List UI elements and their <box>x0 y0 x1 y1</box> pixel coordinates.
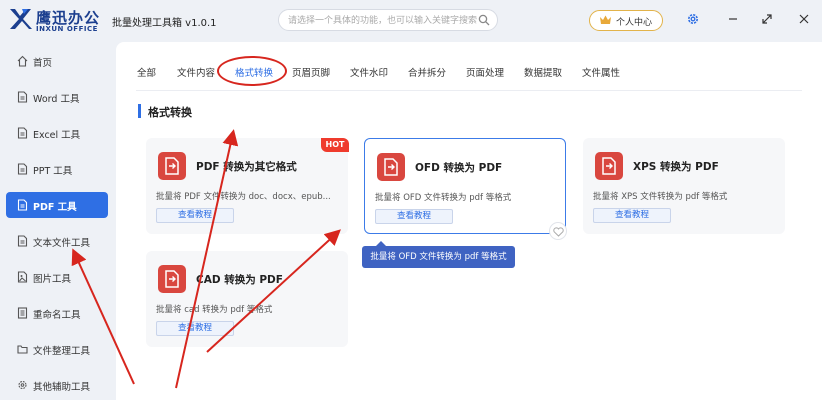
tab-watermark[interactable]: 文件水印 <box>350 65 388 79</box>
card-title: PDF 转换为其它格式 <box>196 161 297 173</box>
card-xps-to-pdf[interactable]: XPS 转换为 PDF 批量将 XPS 文件转换为 pdf 等格式 查看教程 <box>583 138 785 234</box>
card-description: 批量将 cad 转换为 pdf 等格式 <box>156 305 273 315</box>
sidebar-item-image[interactable]: 图片工具 <box>6 264 108 290</box>
card-description: 批量将 XPS 文件转换为 pdf 等格式 <box>593 192 728 202</box>
folder-icon <box>17 345 28 354</box>
sidebar-item-text[interactable]: 文本文件工具 <box>6 228 108 254</box>
annotation-circle <box>217 56 287 86</box>
hot-badge: HOT <box>321 138 349 152</box>
sidebar-item-label: 文本文件工具 <box>33 238 91 249</box>
tab-file-properties[interactable]: 文件属性 <box>582 65 620 79</box>
close-icon[interactable] <box>797 12 811 26</box>
document-icon <box>17 199 28 211</box>
card-title: XPS 转换为 PDF <box>633 161 719 173</box>
sidebar-item-label: 文件整理工具 <box>33 346 91 357</box>
search-box[interactable] <box>278 9 498 31</box>
app-logo: 鹰迅办公 INXUN OFFICE <box>8 6 104 34</box>
sidebar-item-label: PDF 工具 <box>33 202 77 213</box>
sidebar-item-excel[interactable]: Excel 工具 <box>6 120 108 146</box>
tab-header-footer[interactable]: 页眉页脚 <box>292 65 330 79</box>
sidebar-item-organize[interactable]: 文件整理工具 <box>6 336 108 362</box>
card-title: CAD 转换为 PDF <box>196 274 283 286</box>
home-icon <box>17 55 28 67</box>
sidebar-item-label: Word 工具 <box>33 94 80 105</box>
card-ofd-to-pdf[interactable]: OFD 转换为 PDF 批量将 OFD 文件转换为 pdf 等格式 查看教程 <box>364 138 566 234</box>
crown-icon <box>600 15 611 24</box>
gear-icon <box>18 380 27 390</box>
document-icon <box>17 235 28 247</box>
sidebar-item-label: 首页 <box>33 58 53 69</box>
card-cad-to-pdf[interactable]: CAD 转换为 PDF 批量将 cad 转换为 pdf 等格式 查看教程 <box>146 251 348 347</box>
card-title: OFD 转换为 PDF <box>415 162 503 174</box>
tab-divider <box>136 90 802 91</box>
document-icon <box>17 91 28 103</box>
sidebar-item-label: Excel 工具 <box>33 130 81 141</box>
tab-all[interactable]: 全部 <box>137 65 156 79</box>
search-icon[interactable] <box>478 14 490 26</box>
sidebar-item-rename[interactable]: 重命名工具 <box>6 300 108 326</box>
section-accent-bar <box>138 104 141 118</box>
document-icon <box>17 163 28 175</box>
tab-file-content[interactable]: 文件内容 <box>177 65 215 79</box>
list-icon <box>17 307 28 319</box>
tooltip: 批量将 OFD 文件转换为 pdf 等格式 <box>362 241 515 268</box>
sidebar-item-label: PPT 工具 <box>33 166 73 177</box>
heart-icon <box>553 227 564 237</box>
tab-page-process[interactable]: 页面处理 <box>466 65 504 79</box>
maximize-icon[interactable] <box>760 12 774 26</box>
title-bar: 鹰迅办公 INXUN OFFICE 批量处理工具箱 v1.0.1 个人中心 <box>0 0 822 38</box>
sidebar-item-label: 其他辅助工具 <box>33 382 91 393</box>
tab-data-extract[interactable]: 数据提取 <box>524 65 562 79</box>
pdf-convert-icon <box>595 152 623 180</box>
favorite-button[interactable] <box>549 222 567 240</box>
section-title: 格式转换 <box>148 106 192 119</box>
card-pdf-to-other[interactable]: PDF 转换为其它格式 批量将 PDF 文件转换为 doc、docx、epub.… <box>146 138 349 234</box>
app-title: 批量处理工具箱 v1.0.1 <box>112 18 217 29</box>
tab-merge-split[interactable]: 合并拆分 <box>408 65 446 79</box>
image-icon <box>17 271 28 283</box>
sidebar-item-home[interactable]: 首页 <box>6 48 108 74</box>
logo-mark-icon <box>10 9 32 29</box>
sidebar-item-pdf[interactable]: PDF 工具 <box>6 192 108 218</box>
pdf-convert-icon <box>158 265 186 293</box>
pdf-convert-icon <box>377 153 405 181</box>
view-tutorial-button[interactable]: 查看教程 <box>156 208 234 223</box>
document-icon <box>17 127 28 139</box>
sidebar-item-label: 图片工具 <box>33 274 72 285</box>
pdf-convert-icon <box>158 152 186 180</box>
sidebar-item-ppt[interactable]: PPT 工具 <box>6 156 108 182</box>
sidebar-item-word[interactable]: Word 工具 <box>6 84 108 110</box>
minimize-icon[interactable] <box>726 12 740 26</box>
search-input[interactable] <box>288 13 478 28</box>
card-description: 批量将 PDF 文件转换为 doc、docx、epub... <box>156 192 331 202</box>
view-tutorial-button[interactable]: 查看教程 <box>375 209 453 224</box>
sidebar-item-other[interactable]: 其他辅助工具 <box>6 372 108 398</box>
user-center-label: 个人中心 <box>616 18 653 28</box>
card-description: 批量将 OFD 文件转换为 pdf 等格式 <box>375 193 512 203</box>
user-center-button[interactable]: 个人中心 <box>589 10 663 31</box>
view-tutorial-button[interactable]: 查看教程 <box>156 321 234 336</box>
settings-icon[interactable] <box>686 12 700 26</box>
logo-subtext: INXUN OFFICE <box>36 25 98 33</box>
sidebar-item-label: 重命名工具 <box>33 310 81 321</box>
sidebar: 首页 Word 工具 Excel 工具 PPT 工具 PDF 工具 文本文件工具… <box>0 40 116 400</box>
view-tutorial-button[interactable]: 查看教程 <box>593 208 671 223</box>
